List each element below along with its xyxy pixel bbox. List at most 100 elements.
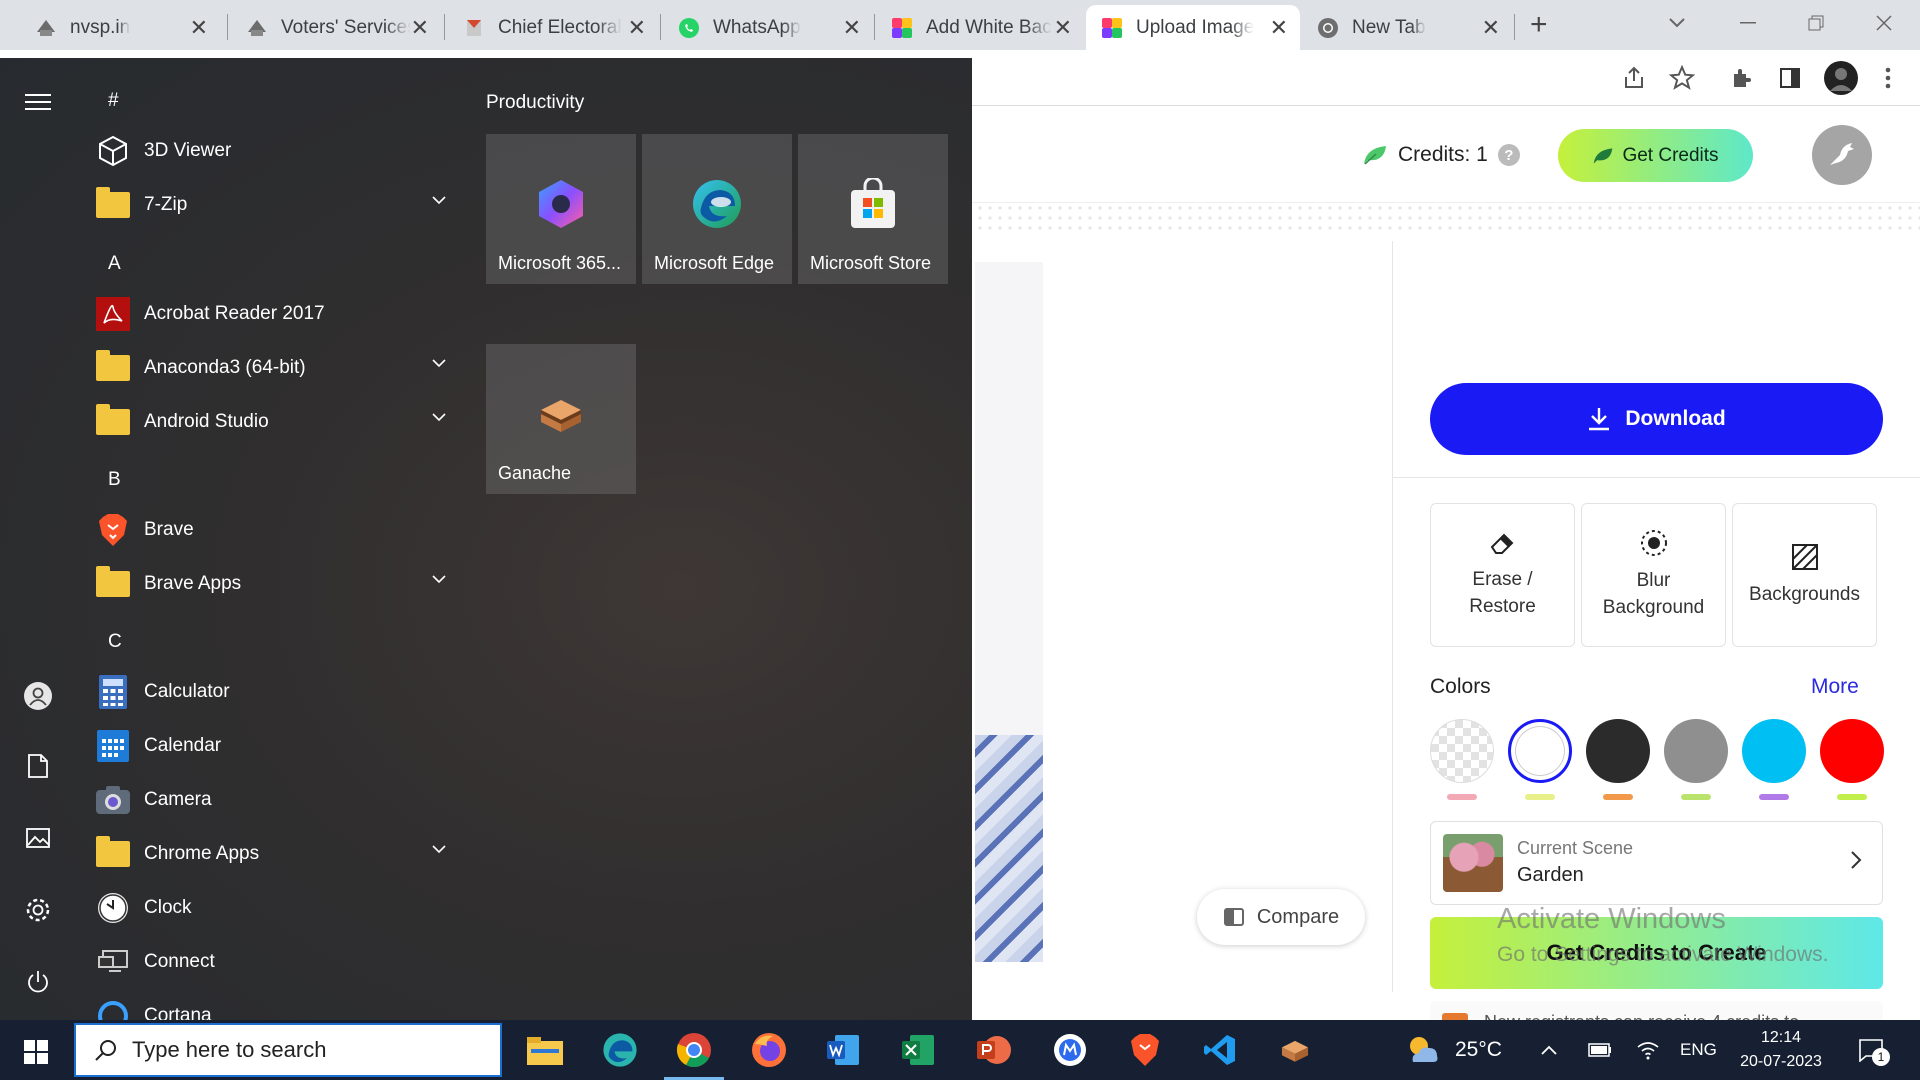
vscode-icon[interactable] [1200, 1030, 1240, 1070]
tab-new-tab[interactable]: New Tab ✕ [1302, 5, 1512, 50]
close-icon[interactable]: ✕ [411, 15, 429, 41]
user-icon[interactable] [22, 680, 54, 712]
file-explorer-icon[interactable] [525, 1030, 565, 1070]
app-cortana[interactable]: Cortana [96, 992, 460, 1020]
swatch-black[interactable] [1586, 719, 1650, 783]
app-chrome-apps[interactable]: Chrome Apps [96, 830, 460, 878]
hamburger-icon[interactable] [22, 86, 54, 118]
download-button[interactable]: Download [1430, 383, 1883, 455]
app-anaconda3[interactable]: Anaconda3 (64-bit) [96, 344, 460, 392]
current-scene-selector[interactable]: Current Scene Garden [1430, 821, 1883, 905]
tab-add-white-background[interactable]: Add White Bac ✕ [876, 5, 1084, 50]
app-3d-viewer[interactable]: 3D Viewer [96, 127, 460, 175]
store-icon [851, 178, 895, 228]
app-acrobat-reader[interactable]: Acrobat Reader 2017 [96, 290, 460, 338]
edge-icon[interactable] [600, 1030, 640, 1070]
battery-icon[interactable] [1588, 1020, 1612, 1080]
side-panel-icon[interactable] [1776, 64, 1804, 92]
tab-chief-electoral[interactable]: Chief Electoral ✕ [448, 5, 658, 50]
close-icon[interactable]: ✕ [1270, 15, 1288, 41]
tile-label: Microsoft Store [810, 253, 932, 273]
ganache-icon[interactable] [1275, 1030, 1315, 1070]
excel-icon[interactable] [899, 1030, 939, 1070]
weather-widget[interactable]: 25°C [1405, 1020, 1502, 1080]
blur-background-tool[interactable]: Blur Background [1581, 503, 1726, 647]
close-icon[interactable]: ✕ [628, 15, 646, 41]
windows-start-button[interactable] [24, 1040, 48, 1064]
tile-group-title[interactable]: Productivity [486, 92, 584, 114]
tab-upload-image[interactable]: Upload Image ✕ [1086, 5, 1300, 50]
settings-icon[interactable] [22, 894, 54, 926]
app-calculator[interactable]: Calculator [96, 668, 460, 716]
swatch-red[interactable] [1820, 719, 1884, 783]
swatch-white[interactable] [1508, 719, 1572, 783]
minimize-button[interactable] [1716, 0, 1780, 46]
app-7zip[interactable]: 7-Zip [96, 181, 460, 229]
bookmark-star-icon[interactable] [1668, 64, 1696, 92]
firefox-icon[interactable] [749, 1030, 789, 1070]
swatch-transparent[interactable] [1430, 719, 1494, 783]
wifi-icon[interactable] [1636, 1020, 1660, 1080]
get-credits-button[interactable]: Get Credits [1558, 129, 1753, 182]
chrome-menu-icon[interactable] [1874, 64, 1902, 92]
power-icon[interactable] [22, 966, 54, 998]
search-input[interactable] [132, 1037, 492, 1063]
tab-search-button[interactable] [1645, 0, 1709, 46]
language-indicator[interactable]: ENG [1680, 1020, 1717, 1080]
restore-button[interactable] [1784, 0, 1848, 46]
tile-ganache[interactable]: Ganache [486, 344, 636, 494]
tab-whatsapp[interactable]: WhatsApp ✕ [663, 5, 873, 50]
erase-restore-tool[interactable]: Erase / Restore [1430, 503, 1575, 647]
more-colors-link[interactable]: More [1811, 675, 1859, 699]
chrome-icon [1316, 16, 1340, 40]
compare-button[interactable]: Compare [1197, 889, 1365, 945]
close-window-button[interactable] [1852, 0, 1916, 46]
tile-microsoft-store[interactable]: Microsoft Store [798, 134, 948, 284]
windows-logo-icon [24, 1040, 48, 1064]
close-icon[interactable]: ✕ [1482, 15, 1500, 41]
help-icon[interactable]: ? [1497, 144, 1520, 166]
tab-voters-services[interactable]: Voters' Services ✕ [231, 5, 441, 50]
temperature-text: 25°C [1455, 1038, 1502, 1061]
documents-icon[interactable] [22, 750, 54, 782]
app-brave[interactable]: Brave [96, 506, 460, 554]
chrome-icon[interactable] [664, 1030, 724, 1080]
extensions-icon[interactable] [1728, 64, 1756, 92]
tile-microsoft-edge[interactable]: Microsoft Edge [642, 134, 792, 284]
new-tab-button[interactable]: + [1530, 8, 1548, 42]
taskbar-search-box[interactable] [74, 1023, 502, 1077]
app-connect[interactable]: Connect [96, 938, 460, 986]
pictures-icon[interactable] [22, 822, 54, 854]
signal-icon[interactable] [1050, 1030, 1090, 1070]
profile-avatar[interactable] [1824, 61, 1858, 95]
taskbar-clock[interactable]: 12:14 20-07-2023 [1720, 1026, 1842, 1074]
close-icon[interactable]: ✕ [1054, 15, 1072, 41]
letter-header[interactable]: # [108, 90, 119, 112]
letter-header[interactable]: C [108, 631, 122, 653]
app-android-studio[interactable]: Android Studio [96, 398, 460, 446]
swatch-gray[interactable] [1664, 719, 1728, 783]
backgrounds-tool[interactable]: Backgrounds [1732, 503, 1877, 647]
tile-microsoft-365[interactable]: Microsoft 365... [486, 134, 636, 284]
brave-icon[interactable] [1125, 1030, 1165, 1070]
user-avatar[interactable] [1812, 125, 1872, 185]
app-brave-apps[interactable]: Brave Apps [96, 560, 460, 608]
tab-nvsp[interactable]: nvsp.in ✕ [20, 5, 220, 50]
tray-chevron-up-icon[interactable] [1540, 1020, 1558, 1080]
app-clock[interactable]: Clock [96, 884, 460, 932]
close-icon[interactable]: ✕ [190, 15, 208, 41]
notification-center-button[interactable]: 1 [1858, 1038, 1890, 1066]
app-camera[interactable]: Camera [96, 776, 460, 824]
activate-windows-subtitle: Go to Settings to activate Windows. [1497, 943, 1829, 966]
share-icon[interactable] [1620, 64, 1648, 92]
app-calendar[interactable]: Calendar [96, 722, 460, 770]
powerpoint-icon[interactable] [974, 1030, 1014, 1070]
letter-header[interactable]: B [108, 469, 121, 491]
swatch-cyan[interactable] [1742, 719, 1806, 783]
backgrounds-icon [1791, 543, 1818, 570]
letter-header[interactable]: A [108, 253, 121, 275]
word-icon[interactable] [824, 1030, 864, 1070]
tab-label: Chief Electoral [498, 16, 622, 38]
tile-label: Microsoft Edge [654, 253, 775, 273]
close-icon[interactable]: ✕ [843, 15, 861, 41]
